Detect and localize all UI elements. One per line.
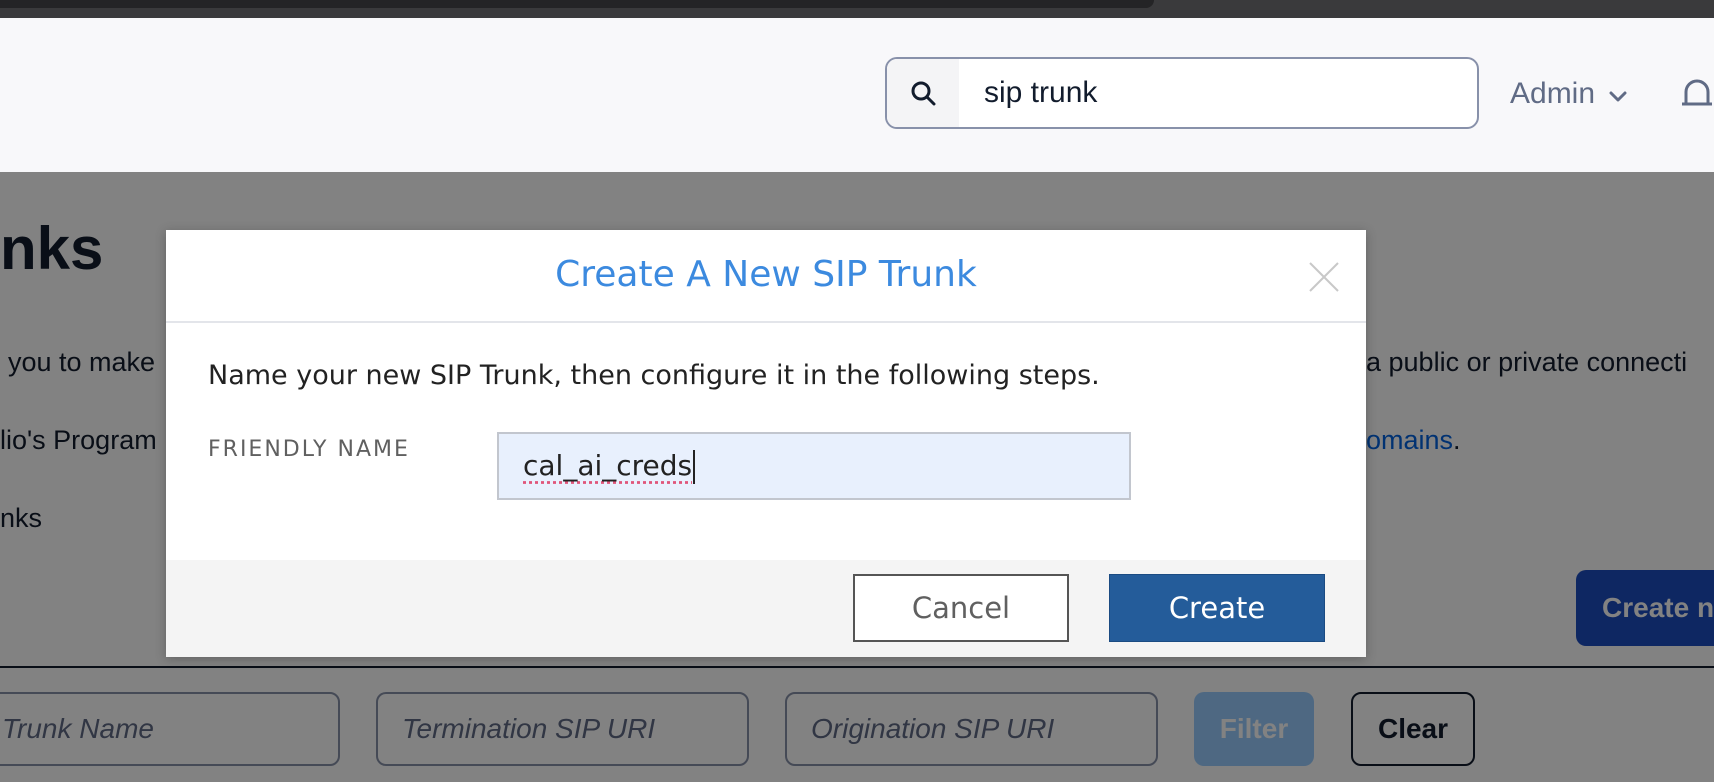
browser-tab-strip — [0, 0, 1714, 18]
top-header: sip trunk Admin — [0, 18, 1714, 172]
browser-tab[interactable] — [0, 0, 1154, 8]
close-icon[interactable] — [1304, 257, 1344, 297]
cancel-button[interactable]: Cancel — [853, 574, 1069, 642]
friendly-name-label: FRIENDLY NAME — [208, 437, 410, 462]
create-sip-trunk-dialog: Create A New SIP Trunk Name your new SIP… — [166, 230, 1366, 657]
text-caret — [693, 450, 696, 484]
bell-icon[interactable] — [1680, 74, 1714, 119]
admin-menu[interactable]: Admin — [1510, 74, 1627, 114]
dialog-description: Name your new SIP Trunk, then configure … — [208, 360, 1100, 391]
search-box[interactable]: sip trunk — [885, 57, 1479, 129]
dialog-header: Create A New SIP Trunk — [166, 230, 1366, 323]
friendly-name-value: cal_ai_creds — [523, 449, 693, 482]
create-button[interactable]: Create — [1109, 574, 1325, 642]
admin-label: Admin — [1510, 77, 1596, 110]
search-icon[interactable] — [887, 59, 959, 127]
search-input[interactable]: sip trunk — [984, 59, 1097, 127]
dialog-footer: Cancel Create — [166, 560, 1366, 657]
friendly-name-input[interactable]: cal_ai_creds — [497, 432, 1131, 500]
dialog-title: Create A New SIP Trunk — [555, 254, 977, 295]
chevron-down-icon — [1609, 77, 1627, 111]
